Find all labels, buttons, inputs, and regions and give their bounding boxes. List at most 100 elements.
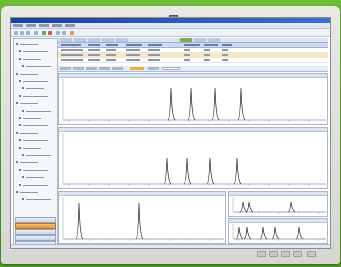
monitor-up-button[interactable] [281,251,290,257]
tree-node-label[interactable] [26,177,44,179]
chromatogram-peak [287,201,296,213]
zoom-out-icon[interactable] [62,31,66,35]
column-header[interactable] [88,44,100,46]
tree-node-icon[interactable] [19,168,21,171]
view-button[interactable] [99,67,110,70]
tree-node-icon[interactable] [16,102,18,105]
tree-node-label[interactable] [20,44,38,45]
tree-node-label[interactable] [26,110,51,112]
tree-node-label[interactable] [23,147,41,149]
spectrum-bottom-plot[interactable] [229,219,329,245]
table-cell [222,49,228,51]
menu-item-tools[interactable] [52,24,62,27]
new-icon[interactable] [14,31,18,35]
tree-node-label[interactable] [23,81,48,82]
tab-1[interactable] [60,38,72,42]
table-cell [106,54,116,56]
column-header[interactable] [61,44,81,46]
tree-node-label[interactable] [20,73,38,75]
chromatogram-lower-left-plot[interactable] [59,192,227,245]
tree-node-label[interactable] [23,118,41,119]
tree-node-icon[interactable] [19,50,21,53]
tree-node-icon[interactable] [16,161,18,164]
tree-node-label[interactable] [20,192,38,193]
view-button-active[interactable] [130,67,144,70]
tree-node-icon[interactable] [19,183,21,186]
zoom-in-icon[interactable] [56,31,60,35]
tree-node-icon[interactable] [19,146,21,149]
tree-node-icon[interactable] [16,72,18,75]
tree-node-label[interactable] [26,199,51,201]
column-header[interactable] [106,44,118,46]
tree-node-label[interactable] [23,140,48,142]
tree-node-icon[interactable] [22,65,24,68]
chromatogram-upper-plot[interactable] [59,74,329,126]
run-icon[interactable] [42,31,46,35]
chromatogram-peak [295,226,304,240]
table-row[interactable] [58,58,328,63]
tree-node-icon[interactable] [22,198,24,201]
tree-node-icon[interactable] [19,117,21,119]
column-header[interactable] [148,44,162,46]
view-button[interactable] [148,67,159,70]
column-header[interactable] [184,44,200,46]
column-header[interactable] [126,44,142,46]
tree-node-label[interactable] [23,169,48,171]
tree-node-label[interactable] [20,103,38,105]
tree-node-icon[interactable] [16,191,18,193]
monitor-power-button[interactable] [307,251,316,257]
tree-node-icon[interactable] [22,87,24,90]
column-header[interactable] [222,44,232,46]
spectrum-top-plot[interactable] [229,192,329,218]
chromatogram-peak [237,87,246,121]
tree-node-icon[interactable] [19,124,21,127]
tree-node-icon[interactable] [19,139,21,142]
tree-node-label[interactable] [26,155,51,156]
tree-node-label[interactable] [23,58,41,60]
tree-node-label[interactable] [26,66,51,68]
tree-node-label[interactable] [20,162,38,164]
settings-icon[interactable] [70,31,74,35]
table-cell [61,49,83,51]
open-icon[interactable] [20,31,24,35]
tree-node-label[interactable] [23,51,48,53]
tree-node-icon[interactable] [16,43,18,45]
tab-8[interactable] [208,38,220,42]
view-button[interactable] [86,67,97,70]
tab-5[interactable] [116,38,128,42]
view-selector-dropdown[interactable] [162,67,180,70]
menu-item-edit[interactable] [26,24,36,27]
save-icon[interactable] [26,31,30,35]
menu-item-view[interactable] [39,24,49,27]
tree-node-icon[interactable] [22,109,24,112]
tree-node-icon[interactable] [16,131,18,134]
monitor-menu-button[interactable] [257,251,266,257]
tab-7[interactable] [194,38,206,42]
chromatogram-peak [259,226,268,240]
print-icon[interactable] [34,31,38,35]
menu-item-help[interactable] [65,24,75,27]
tab-2[interactable] [74,38,86,42]
monitor-input-button[interactable] [293,251,302,257]
view-button[interactable] [112,67,123,70]
tree-node-label[interactable] [20,132,38,134]
stop-icon[interactable] [48,31,52,35]
tree-node-icon[interactable] [22,154,24,156]
tree-node-label[interactable] [26,88,44,90]
tree-node-icon[interactable] [19,94,21,97]
view-button[interactable] [73,67,84,70]
tab-4[interactable] [102,38,114,42]
tree-node-icon[interactable] [19,80,21,82]
tree-node-icon[interactable] [19,57,21,60]
tree-node-label[interactable] [23,125,48,127]
tree-node-label[interactable] [23,95,48,97]
tree-node-label[interactable] [23,184,48,186]
tab-active[interactable] [180,38,192,42]
chromatogram-middle-plot[interactable] [59,128,329,190]
menu-item-file[interactable] [13,24,23,27]
tree-node-icon[interactable] [22,176,24,179]
column-header[interactable] [204,44,218,46]
view-button[interactable] [60,67,71,70]
tab-3[interactable] [88,38,100,42]
monitor-down-button[interactable] [269,251,278,257]
